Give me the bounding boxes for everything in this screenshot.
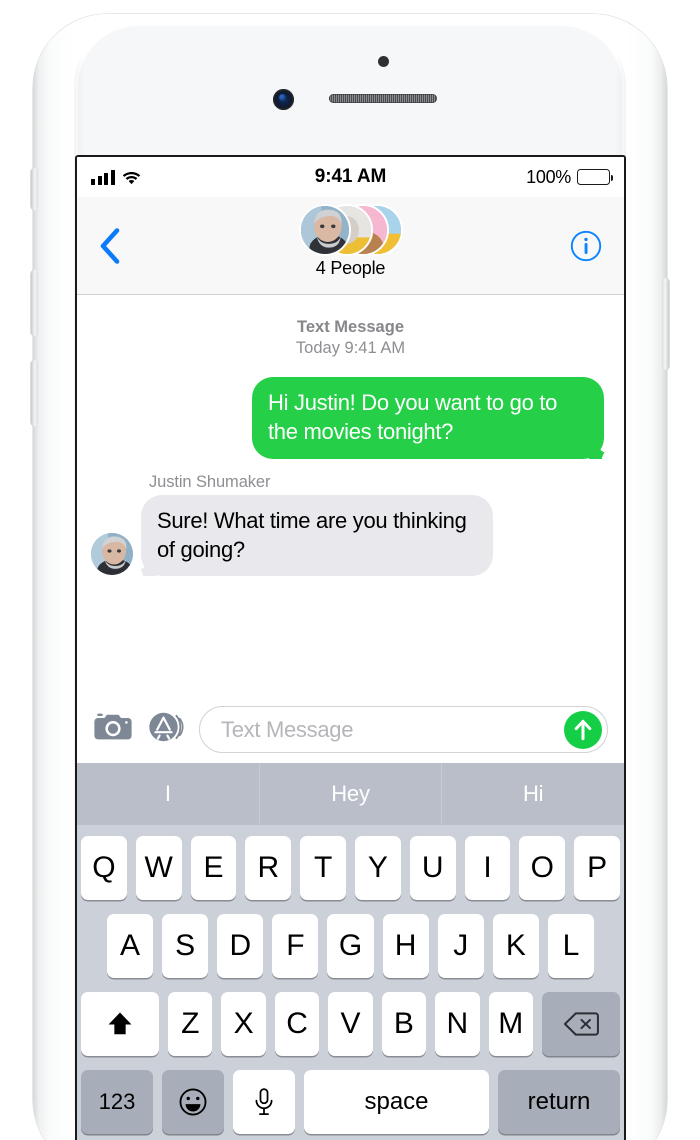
key-a[interactable]: A	[107, 914, 154, 978]
key-p[interactable]: P	[574, 836, 620, 900]
screenshot-stage: 9:41 AM 100% 4 People Text Message Today…	[0, 0, 700, 1140]
message-row-sent: Hi Justin! Do you want to go to the movi…	[91, 377, 610, 459]
key-t[interactable]: T	[300, 836, 346, 900]
key-q[interactable]: Q	[81, 836, 127, 900]
volume-down-button[interactable]	[31, 360, 38, 426]
prediction-0[interactable]: I	[77, 763, 259, 825]
onscreen-keyboard: Q W E R T Y U I O P A S D F G H J K L Z …	[77, 825, 624, 1140]
key-z[interactable]: Z	[168, 992, 213, 1056]
backspace-key[interactable]	[541, 992, 620, 1056]
conversation-nav-bar: 4 People	[77, 197, 624, 295]
message-input-toolbar: Text Message	[77, 695, 624, 763]
key-n[interactable]: N	[435, 992, 480, 1056]
timestamp-time-label: Today 9:41 AM	[295, 339, 406, 358]
keyboard-row-2: A S D F G H J K L	[81, 914, 620, 978]
side-power-button[interactable]	[662, 278, 669, 370]
key-k[interactable]: K	[492, 914, 539, 978]
conversation-title-group[interactable]: 4 People	[77, 201, 624, 279]
emoji-icon	[179, 1088, 207, 1116]
keyboard-row-4: 123 space return	[81, 1070, 620, 1134]
key-u[interactable]: U	[409, 836, 456, 900]
key-y[interactable]: Y	[355, 836, 401, 900]
timestamp-service-label: Text Message	[297, 318, 404, 336]
message-list[interactable]: Text Message Today 9:41 AM Hi Justin! Do…	[77, 295, 624, 695]
phone-screen: 9:41 AM 100% 4 People Text Message Today…	[75, 155, 626, 1140]
camera-icon[interactable]	[93, 711, 133, 748]
front-camera-icon	[273, 89, 294, 110]
shift-icon	[108, 1012, 132, 1035]
status-bar: 9:41 AM 100%	[77, 157, 624, 197]
keyboard-row-3: Z X C V B N M	[81, 992, 620, 1056]
message-input-placeholder: Text Message	[221, 716, 354, 742]
proximity-sensor-icon	[378, 56, 389, 67]
message-row-received: Sure! What time are you thinking of goin…	[91, 494, 610, 577]
key-s[interactable]: S	[162, 914, 209, 978]
status-bar-clock: 9:41 AM	[314, 166, 387, 187]
key-w[interactable]: W	[135, 836, 182, 900]
key-f[interactable]: F	[272, 914, 319, 978]
key-b[interactable]: B	[381, 992, 427, 1056]
prediction-2[interactable]: Hi	[441, 763, 624, 825]
message-text-field[interactable]: Text Message	[199, 706, 608, 753]
conversation-timestamp: Text Message Today 9:41 AM	[91, 317, 610, 359]
emoji-key[interactable]	[162, 1070, 224, 1134]
battery-icon	[577, 169, 613, 185]
backspace-icon	[563, 1012, 599, 1036]
message-bubble-sent[interactable]: Hi Justin! Do you want to go to the movi…	[252, 377, 604, 459]
shift-key[interactable]	[81, 992, 160, 1056]
prediction-1[interactable]: Hey	[258, 763, 442, 825]
keyboard-row-1: Q W E R T Y U I O P	[81, 836, 620, 900]
message-sender-name: Justin Shumaker	[149, 472, 271, 491]
key-m[interactable]: M	[488, 992, 533, 1056]
sender-avatar[interactable]	[91, 533, 133, 576]
dictation-key[interactable]	[233, 1070, 295, 1134]
key-l[interactable]: L	[547, 914, 594, 978]
key-e[interactable]: E	[190, 836, 237, 900]
volume-up-button[interactable]	[31, 270, 38, 336]
key-g[interactable]: G	[327, 914, 374, 978]
send-button[interactable]	[564, 710, 602, 749]
message-bubble-received[interactable]: Sure! What time are you thinking of goin…	[141, 494, 493, 577]
key-c[interactable]: C	[274, 992, 320, 1056]
avatar-1	[298, 204, 351, 256]
ring-silent-switch[interactable]	[31, 168, 38, 210]
group-avatar-stack[interactable]	[298, 201, 403, 257]
key-r[interactable]: R	[245, 836, 292, 900]
app-store-icon[interactable]	[146, 709, 186, 750]
earpiece-speaker-icon	[329, 94, 437, 103]
key-i[interactable]: I	[464, 836, 511, 900]
key-h[interactable]: H	[382, 914, 429, 978]
predictive-text-bar: I Hey Hi	[77, 763, 624, 825]
microphone-icon	[255, 1088, 273, 1116]
key-x[interactable]: X	[221, 992, 266, 1056]
space-key[interactable]: space	[304, 1070, 489, 1134]
key-d[interactable]: D	[217, 914, 264, 978]
numbers-key[interactable]: 123	[81, 1070, 153, 1134]
key-o[interactable]: O	[519, 836, 566, 900]
key-j[interactable]: J	[437, 914, 484, 978]
return-key[interactable]: return	[498, 1070, 620, 1134]
group-name-label: 4 People	[315, 258, 386, 278]
key-v[interactable]: V	[328, 992, 373, 1056]
